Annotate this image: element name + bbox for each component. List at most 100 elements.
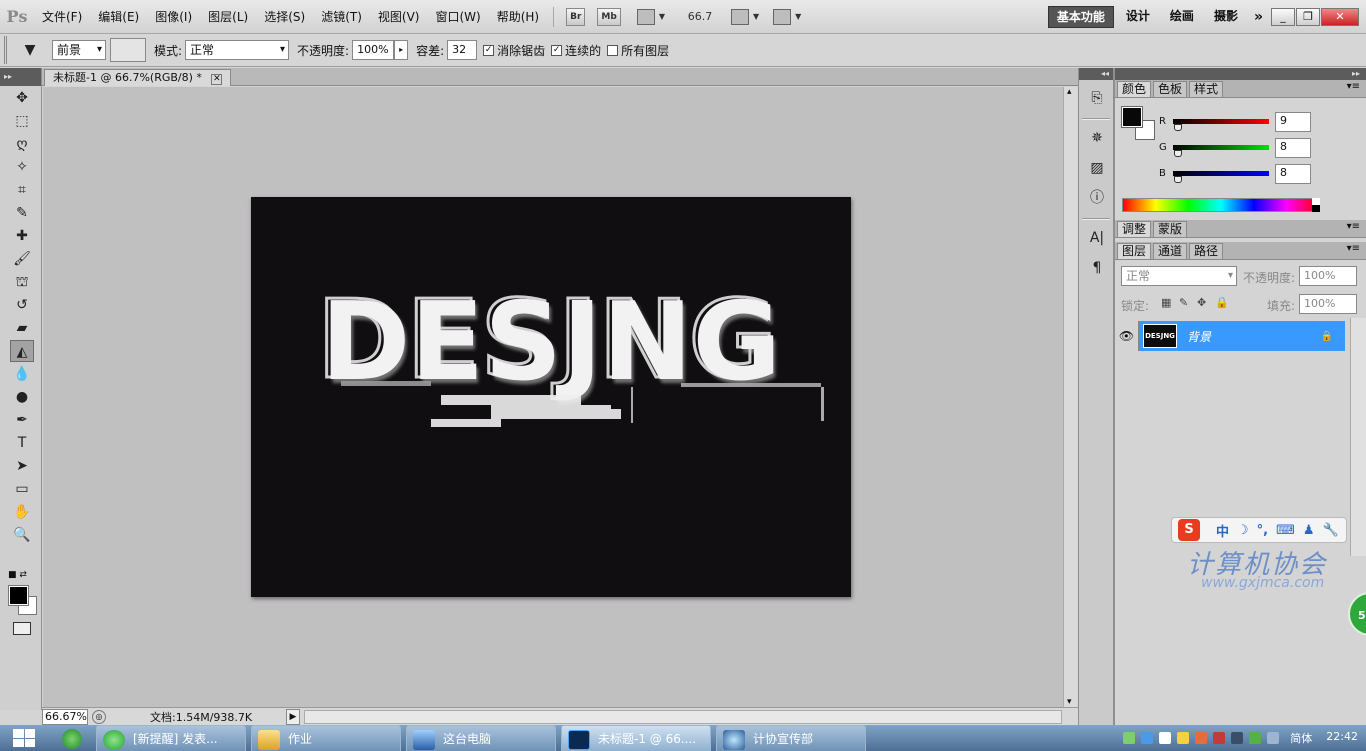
browser-taskbar-icon[interactable] [48, 725, 96, 751]
marquee-tool-icon[interactable]: ⬚ [10, 110, 34, 132]
arrange-documents-icon[interactable] [730, 8, 749, 25]
menu-view[interactable]: 视图(V) [370, 0, 428, 34]
paint-bucket-tool-icon[interactable]: ◭ [10, 340, 34, 362]
histogram-panel-icon[interactable]: ▨ [1085, 156, 1109, 180]
lock-position-icon[interactable]: ✥ [1197, 296, 1206, 309]
sogou-logo[interactable]: S [1178, 519, 1200, 541]
pen-tool-icon[interactable]: ✒ [10, 409, 34, 431]
minimize-button[interactable]: _ [1271, 7, 1295, 26]
network-icon[interactable] [1141, 732, 1154, 744]
folder-icon[interactable] [258, 730, 280, 750]
app-tray-icon[interactable] [1195, 732, 1208, 744]
eraser-tool-icon[interactable]: ▰ [10, 317, 34, 339]
collapse-arrows-icon[interactable]: ▸▸ [0, 68, 41, 86]
status-info-icon[interactable]: ◎ [92, 709, 106, 724]
mini-bridge-button[interactable]: Mb [597, 7, 621, 26]
canvas-workspace[interactable]: DESJNG DESJNG DESJNG [43, 87, 1063, 707]
eyedropper-tool-icon[interactable]: ✎ [10, 202, 34, 224]
menu-edit[interactable]: 编辑(E) [90, 0, 147, 34]
zoom-tool-icon[interactable]: 🔍 [10, 524, 34, 546]
red-slider-thumb[interactable] [1174, 124, 1182, 131]
paint-bucket-preset-icon[interactable]: ▼ [18, 39, 42, 61]
workspace-design-button[interactable]: 设计 [1118, 6, 1158, 28]
pattern-picker[interactable] [110, 38, 146, 62]
menu-file[interactable]: 文件(F) [34, 0, 90, 34]
tab-paths[interactable]: 路径 [1189, 243, 1224, 259]
collapse-arrows-icon[interactable]: ▸▸ [1115, 68, 1366, 80]
battery-icon[interactable] [1123, 732, 1136, 744]
crop-tool-icon[interactable]: ⌗ [10, 179, 34, 201]
tab-adjustments[interactable]: 调整 [1117, 221, 1152, 237]
app-tray-icon[interactable] [1159, 732, 1172, 744]
quick-selection-tool-icon[interactable]: ✧ [10, 156, 34, 178]
chevron-down-icon[interactable]: ▼ [753, 12, 759, 21]
horizontal-scrollbar[interactable] [304, 709, 1062, 724]
app-tray-icon[interactable] [1213, 732, 1226, 744]
tab-swatches[interactable]: 色板 [1153, 81, 1188, 97]
contiguous-checkbox[interactable]: ✓ 连续的 [551, 42, 601, 59]
history-panel-icon[interactable]: ⎘ [1085, 86, 1109, 110]
all-layers-checkbox[interactable]: 所有图层 [607, 42, 669, 59]
quick-mask-icon[interactable] [13, 622, 31, 635]
type-tool-icon[interactable]: T [10, 432, 34, 454]
layer-opacity-input[interactable]: 100% [1299, 266, 1357, 286]
green-slider[interactable] [1173, 145, 1269, 150]
chevron-down-icon[interactable]: ▼ [795, 12, 801, 21]
fill-input[interactable]: 100% [1299, 294, 1357, 314]
close-icon[interactable]: ✕ [211, 74, 223, 85]
layer-row-background[interactable]: 👁 DESJNG 背景 🔒 [1115, 321, 1345, 351]
layer-name[interactable]: 背景 [1187, 328, 1211, 345]
blue-slider-thumb[interactable] [1174, 176, 1182, 183]
navigator-panel-icon[interactable]: ✵ [1085, 126, 1109, 150]
color-foreground-swatch[interactable] [1121, 106, 1143, 128]
panel-menu-icon[interactable]: ▾≡ [1347, 243, 1360, 254]
bridge-button[interactable]: Br [566, 7, 586, 26]
menu-image[interactable]: 图像(I) [147, 0, 200, 34]
menu-window[interactable]: 窗口(W) [427, 0, 488, 34]
screen-mode-icon[interactable] [773, 8, 792, 25]
options-bar-grip[interactable] [4, 36, 18, 64]
character-panel-icon[interactable]: A| [1085, 226, 1109, 250]
status-menu-arrow[interactable]: ▶ [286, 708, 300, 725]
green-value-input[interactable]: 8 [1275, 138, 1311, 158]
red-slider[interactable] [1173, 119, 1269, 124]
lock-transparency-icon[interactable]: ▦ [1161, 296, 1171, 309]
opacity-input[interactable]: 100% [352, 40, 395, 60]
spot-healing-tool-icon[interactable]: ✚ [10, 225, 34, 247]
workspace-essentials-button[interactable]: 基本功能 [1047, 5, 1114, 28]
document-tab[interactable]: 未标题-1 @ 66.7%(RGB/8) * ✕ [44, 69, 232, 86]
clock[interactable]: 22:42 [1326, 730, 1358, 743]
checkmark-icon[interactable]: ✓ [551, 44, 563, 56]
start-button[interactable] [0, 725, 48, 751]
color-spectrum-ramp[interactable] [1122, 198, 1320, 212]
menu-filter[interactable]: 滤镜(T) [313, 0, 370, 34]
opacity-slider-arrow[interactable]: ▸ [394, 40, 409, 60]
view-extras-icon[interactable] [636, 8, 655, 25]
path-selection-tool-icon[interactable]: ➤ [10, 455, 34, 477]
taskbar-app-qq[interactable]: [新提醒] 发表... [96, 725, 246, 751]
antialias-checkbox[interactable]: ✓ 消除锯齿 [483, 42, 545, 59]
brush-tool-icon[interactable]: 🖌 [10, 248, 34, 270]
close-button[interactable]: ✕ [1321, 7, 1359, 26]
computer-icon[interactable] [413, 730, 435, 750]
green-slider-thumb[interactable] [1174, 150, 1182, 157]
ime-toolbar[interactable]: S 中 ☽ °, ⌨ ♟ 🔧 [1171, 517, 1347, 543]
windows-logo-icon[interactable] [13, 729, 35, 747]
blur-tool-icon[interactable]: 💧 [10, 363, 34, 385]
workspace-photography-button[interactable]: 摄影 [1206, 6, 1246, 28]
clone-stamp-tool-icon[interactable]: ⛫ [10, 271, 34, 293]
tab-layers[interactable]: 图层 [1117, 243, 1152, 259]
menu-help[interactable]: 帮助(H) [489, 0, 547, 34]
keyboard-icon[interactable]: ⌨ [1276, 523, 1295, 538]
app-tray-icon[interactable] [1231, 732, 1244, 744]
chevron-down-icon[interactable]: ▼ [659, 12, 665, 21]
wrench-icon[interactable]: 🔧 [1323, 523, 1339, 538]
blue-slider[interactable] [1173, 171, 1269, 176]
info-panel-icon[interactable]: ⓘ [1085, 186, 1109, 210]
panel-menu-icon[interactable]: ▾≡ [1347, 81, 1360, 92]
more-workspaces-button[interactable]: » [1254, 9, 1263, 25]
photoshop-icon[interactable] [568, 730, 590, 750]
app-icon[interactable] [723, 730, 745, 750]
taskbar-app-computer[interactable]: 这台电脑 [406, 725, 556, 751]
taskbar-app-photoshop[interactable]: 未标题-1 @ 66.... [561, 725, 711, 751]
